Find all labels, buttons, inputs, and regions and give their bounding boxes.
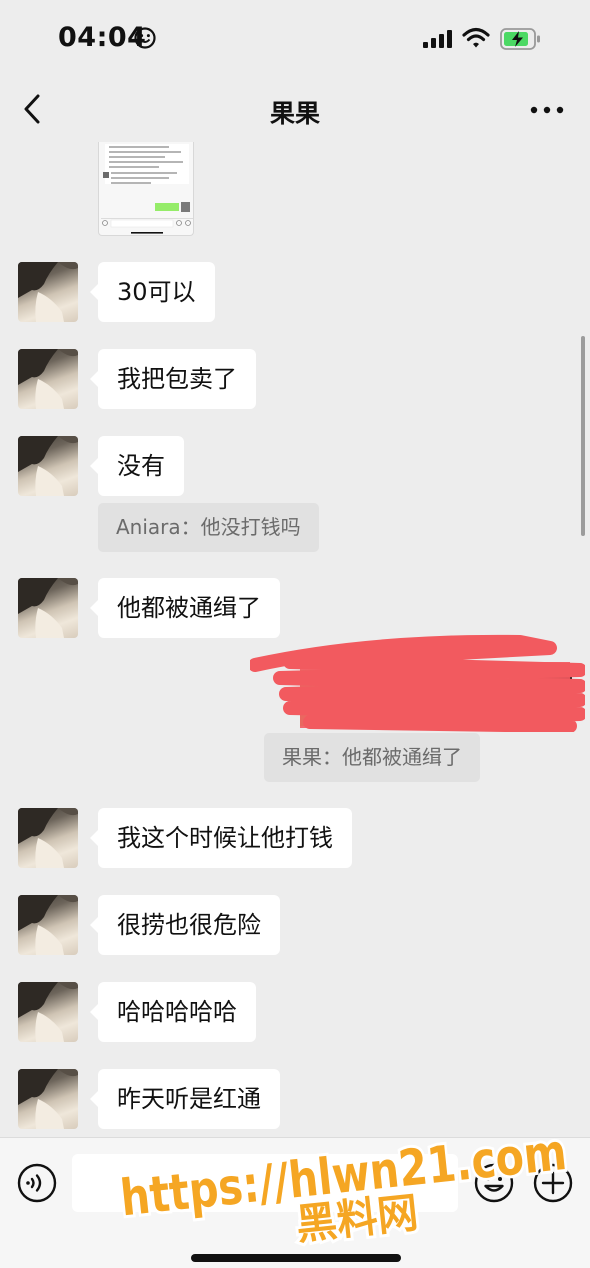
message-input-bar (0, 1137, 590, 1268)
contact-avatar[interactable] (18, 578, 78, 638)
chat-message-list[interactable]: 30可以 我把包卖了 没有 Aniara：他没打钱吗 他都被通缉了 果果：他都被… (0, 142, 590, 1137)
status-bar: 04:04 (0, 0, 590, 76)
voice-icon (17, 1163, 57, 1203)
avatar-photo (18, 578, 78, 638)
message-bubble[interactable]: 哈哈哈哈哈 (90, 982, 256, 1042)
message-bubble[interactable]: 30可以 (90, 262, 215, 322)
message-text-input[interactable] (72, 1154, 458, 1212)
more-options-button[interactable] (530, 102, 564, 116)
battery-charging-icon (500, 28, 542, 54)
home-indicator (191, 1254, 401, 1262)
red-scribble-redaction (248, 634, 587, 733)
cellular-signal-icon (423, 30, 453, 52)
avatar-photo (18, 1069, 78, 1129)
contact-avatar[interactable] (18, 262, 78, 322)
message-bubble[interactable]: 没有 (90, 436, 184, 496)
thumbnail-image (101, 144, 193, 234)
contact-avatar[interactable] (18, 436, 78, 496)
quoted-reply[interactable]: Aniara：他没打钱吗 (98, 503, 319, 552)
avatar-photo (18, 349, 78, 409)
screenshot-thumbnail-message[interactable] (98, 142, 194, 236)
ellipsis-icon (530, 106, 564, 114)
emoji-icon (474, 1163, 514, 1203)
redacted-outgoing-message[interactable] (248, 632, 587, 733)
contact-avatar[interactable] (18, 982, 78, 1042)
contact-avatar[interactable] (18, 808, 78, 868)
chat-title: 果果 (269, 99, 320, 128)
avatar-photo (18, 436, 78, 496)
avatar-photo (18, 262, 78, 322)
chat-header: 果果 (0, 76, 590, 142)
contact-avatar[interactable] (18, 895, 78, 955)
smiley-face-icon (134, 27, 156, 53)
plus-icon (533, 1163, 573, 1203)
message-bubble[interactable]: 他都被通缉了 (90, 578, 280, 638)
more-functions-button[interactable] (533, 1163, 573, 1207)
voice-button[interactable] (17, 1163, 57, 1207)
message-bubble[interactable]: 我这个时候让他打钱 (90, 808, 352, 868)
message-bubble[interactable]: 很捞也很危险 (90, 895, 280, 955)
message-bubble[interactable]: 我把包卖了 (90, 349, 256, 409)
message-bubble[interactable]: 昨天听是红通 (90, 1069, 280, 1129)
avatar-photo (18, 808, 78, 868)
chat-scrollbar[interactable] (581, 336, 585, 536)
avatar-photo (18, 895, 78, 955)
avatar-photo (18, 982, 78, 1042)
contact-avatar[interactable] (18, 349, 78, 409)
wifi-icon (462, 27, 490, 53)
contact-avatar[interactable] (18, 1069, 78, 1129)
quoted-reply[interactable]: 果果：他都被通缉了 (264, 733, 480, 782)
emoji-button[interactable] (474, 1163, 514, 1207)
